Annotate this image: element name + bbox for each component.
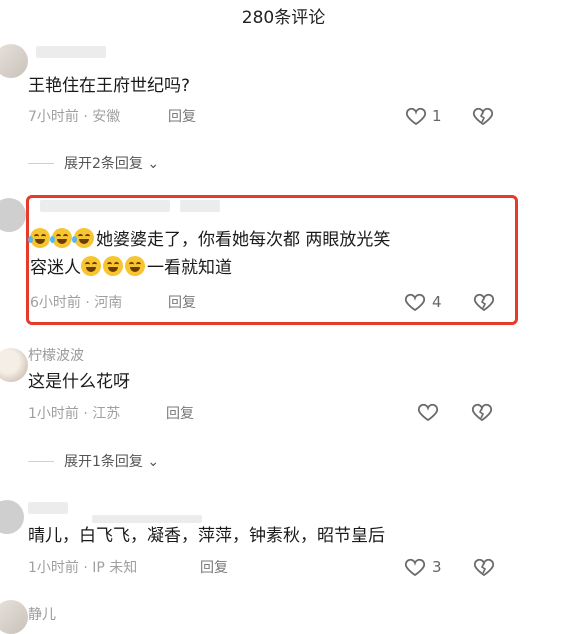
avatar[interactable] (0, 44, 28, 78)
grinning-sweat-emoji (125, 256, 145, 276)
chevron-down-icon: ⌄ (147, 454, 160, 470)
broken-heart-icon[interactable] (472, 555, 496, 579)
laughing-tears-emoji (72, 228, 94, 248)
comment-text-line2a: 容迷人 (30, 258, 81, 278)
laughing-tears-emoji (50, 228, 72, 248)
comment-text: 她婆婆走了，你看她每次都 两眼放光笑 容迷人 一看就知道 (28, 226, 391, 282)
expand-replies-button[interactable]: 展开2条回复 ⌄ (64, 153, 159, 173)
comment-meta: 1小时前 · IP 未知 (28, 560, 138, 576)
avatar[interactable] (0, 600, 28, 634)
username-blurred (36, 46, 106, 58)
comment-text-line1: 她婆婆走了，你看她每次都 两眼放光笑 (96, 230, 391, 250)
comment-meta: 1小时前 · 江苏 (28, 406, 121, 422)
grinning-sweat-emoji (103, 256, 123, 276)
comment-text: 王艳住在王府世纪吗? (28, 76, 191, 96)
username-blurred (28, 502, 68, 514)
broken-heart-icon[interactable] (471, 104, 495, 128)
like-count: 3 (432, 558, 442, 576)
broken-heart-icon[interactable] (472, 290, 496, 314)
comment-text: 这是什么花呀 (28, 372, 130, 392)
like-count: 1 (432, 107, 442, 125)
expand-label: 展开1条回复 (64, 454, 143, 470)
avatar[interactable] (0, 198, 26, 232)
username[interactable]: 柠檬波波 (28, 345, 84, 365)
heart-outline-icon[interactable] (403, 290, 427, 314)
username-blurred (180, 200, 220, 212)
expand-divider (28, 163, 54, 164)
expand-divider (28, 461, 54, 462)
chevron-down-icon: ⌄ (147, 156, 160, 172)
avatar[interactable] (0, 500, 24, 534)
reply-button[interactable]: 回复 (168, 106, 196, 126)
heart-outline-icon[interactable] (416, 400, 440, 424)
heart-outline-icon[interactable] (403, 555, 427, 579)
broken-heart-icon[interactable] (470, 400, 494, 424)
expand-replies-button[interactable]: 展开1条回复 ⌄ (64, 451, 159, 471)
reply-button[interactable]: 回复 (168, 292, 196, 312)
expand-label: 展开2条回复 (64, 156, 143, 172)
heart-outline-icon[interactable] (404, 104, 428, 128)
username[interactable]: 静儿 (28, 604, 56, 624)
reply-button[interactable]: 回复 (200, 557, 228, 577)
reply-button[interactable]: 回复 (166, 403, 194, 423)
like-count: 4 (432, 293, 442, 311)
comment-meta: 6小时前 · 河南 (30, 295, 123, 311)
grinning-sweat-emoji (81, 256, 101, 276)
comment-text-line2b: 一看就知道 (147, 258, 232, 278)
comment-meta: 7小时前 · 安徽 (28, 109, 121, 125)
username-blurred (40, 200, 170, 212)
avatar[interactable] (0, 348, 28, 382)
laughing-tears-emoji (28, 228, 50, 248)
comment-text: 晴儿，白飞飞，凝香，萍萍，钟素秋，昭节皇后 (28, 526, 385, 546)
comments-header: 280条评论 (241, 8, 326, 28)
